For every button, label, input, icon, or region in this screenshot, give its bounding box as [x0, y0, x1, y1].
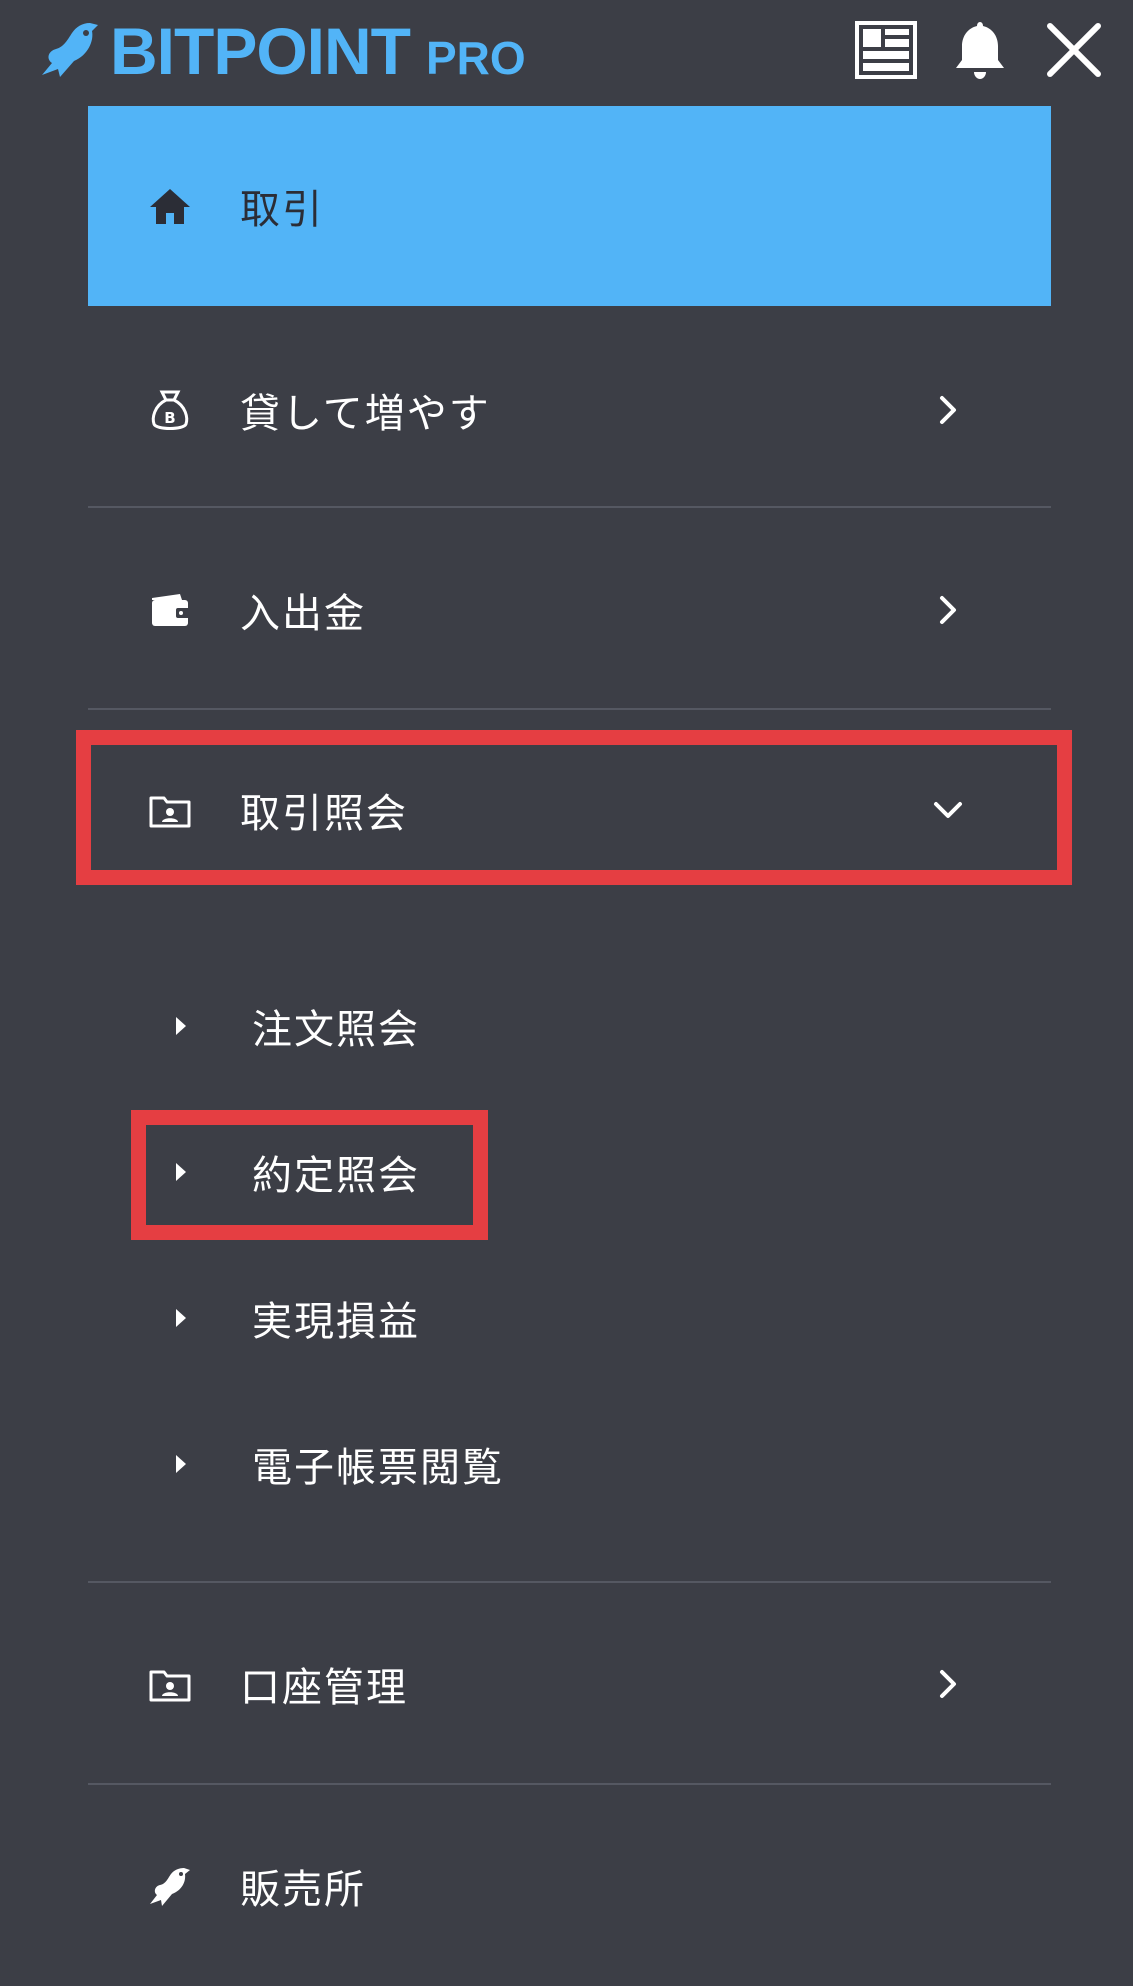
chevron-right-icon [930, 592, 966, 628]
menu-item-label: 販売所 [240, 1867, 366, 1913]
chevron-right-icon [930, 392, 966, 428]
highlight-box [131, 1110, 488, 1240]
submenu-item-orders[interactable]: 注文照会 [170, 981, 870, 1071]
chevron-right-icon [930, 1666, 966, 1702]
submenu-item-label: 電子帳票閲覧 [252, 1445, 504, 1491]
submenu-item-label: 注文照会 [252, 1007, 420, 1053]
brand-logo[interactable]: BITPOINT PRO [38, 16, 526, 86]
home-icon [148, 184, 192, 228]
close-icon[interactable] [1042, 18, 1106, 82]
layout-icon[interactable] [854, 18, 918, 82]
brand-suffix: PRO [426, 32, 526, 84]
submenu-item-label: 実現損益 [252, 1299, 420, 1345]
bell-icon[interactable] [948, 18, 1012, 82]
menu-item-label: 口座管理 [240, 1665, 408, 1711]
folder-user-icon [148, 1662, 192, 1706]
menu-item-lend[interactable]: B 貸して増やす [88, 310, 1051, 510]
menu-item-label: 貸して増やす [240, 391, 491, 437]
wallet-icon [148, 588, 192, 632]
menu-item-account[interactable]: 口座管理 [88, 1584, 1051, 1784]
caret-right-icon [176, 1017, 186, 1035]
svg-text:B: B [164, 409, 175, 427]
menu-item-label: 入出金 [240, 591, 366, 637]
brand-name: BITPOINT [110, 14, 411, 88]
divider [88, 506, 1051, 508]
bird-icon [148, 1864, 192, 1908]
menu-item-label: 取引 [240, 187, 324, 233]
divider [88, 1581, 1051, 1583]
divider [88, 1783, 1051, 1785]
caret-right-icon [176, 1309, 186, 1327]
money-bag-icon: B [148, 388, 192, 432]
menu-item-trade[interactable]: 取引 [88, 106, 1051, 306]
caret-right-icon [176, 1455, 186, 1473]
menu-item-deposit[interactable]: 入出金 [88, 510, 1051, 710]
highlight-box [76, 730, 1072, 885]
submenu-item-reports[interactable]: 電子帳票閲覧 [170, 1419, 870, 1509]
bird-logo-icon [42, 23, 98, 77]
app-header: BITPOINT PRO [0, 0, 1133, 100]
submenu-item-pnl[interactable]: 実現損益 [170, 1273, 870, 1363]
menu-item-store[interactable]: 販売所 [88, 1786, 1051, 1986]
